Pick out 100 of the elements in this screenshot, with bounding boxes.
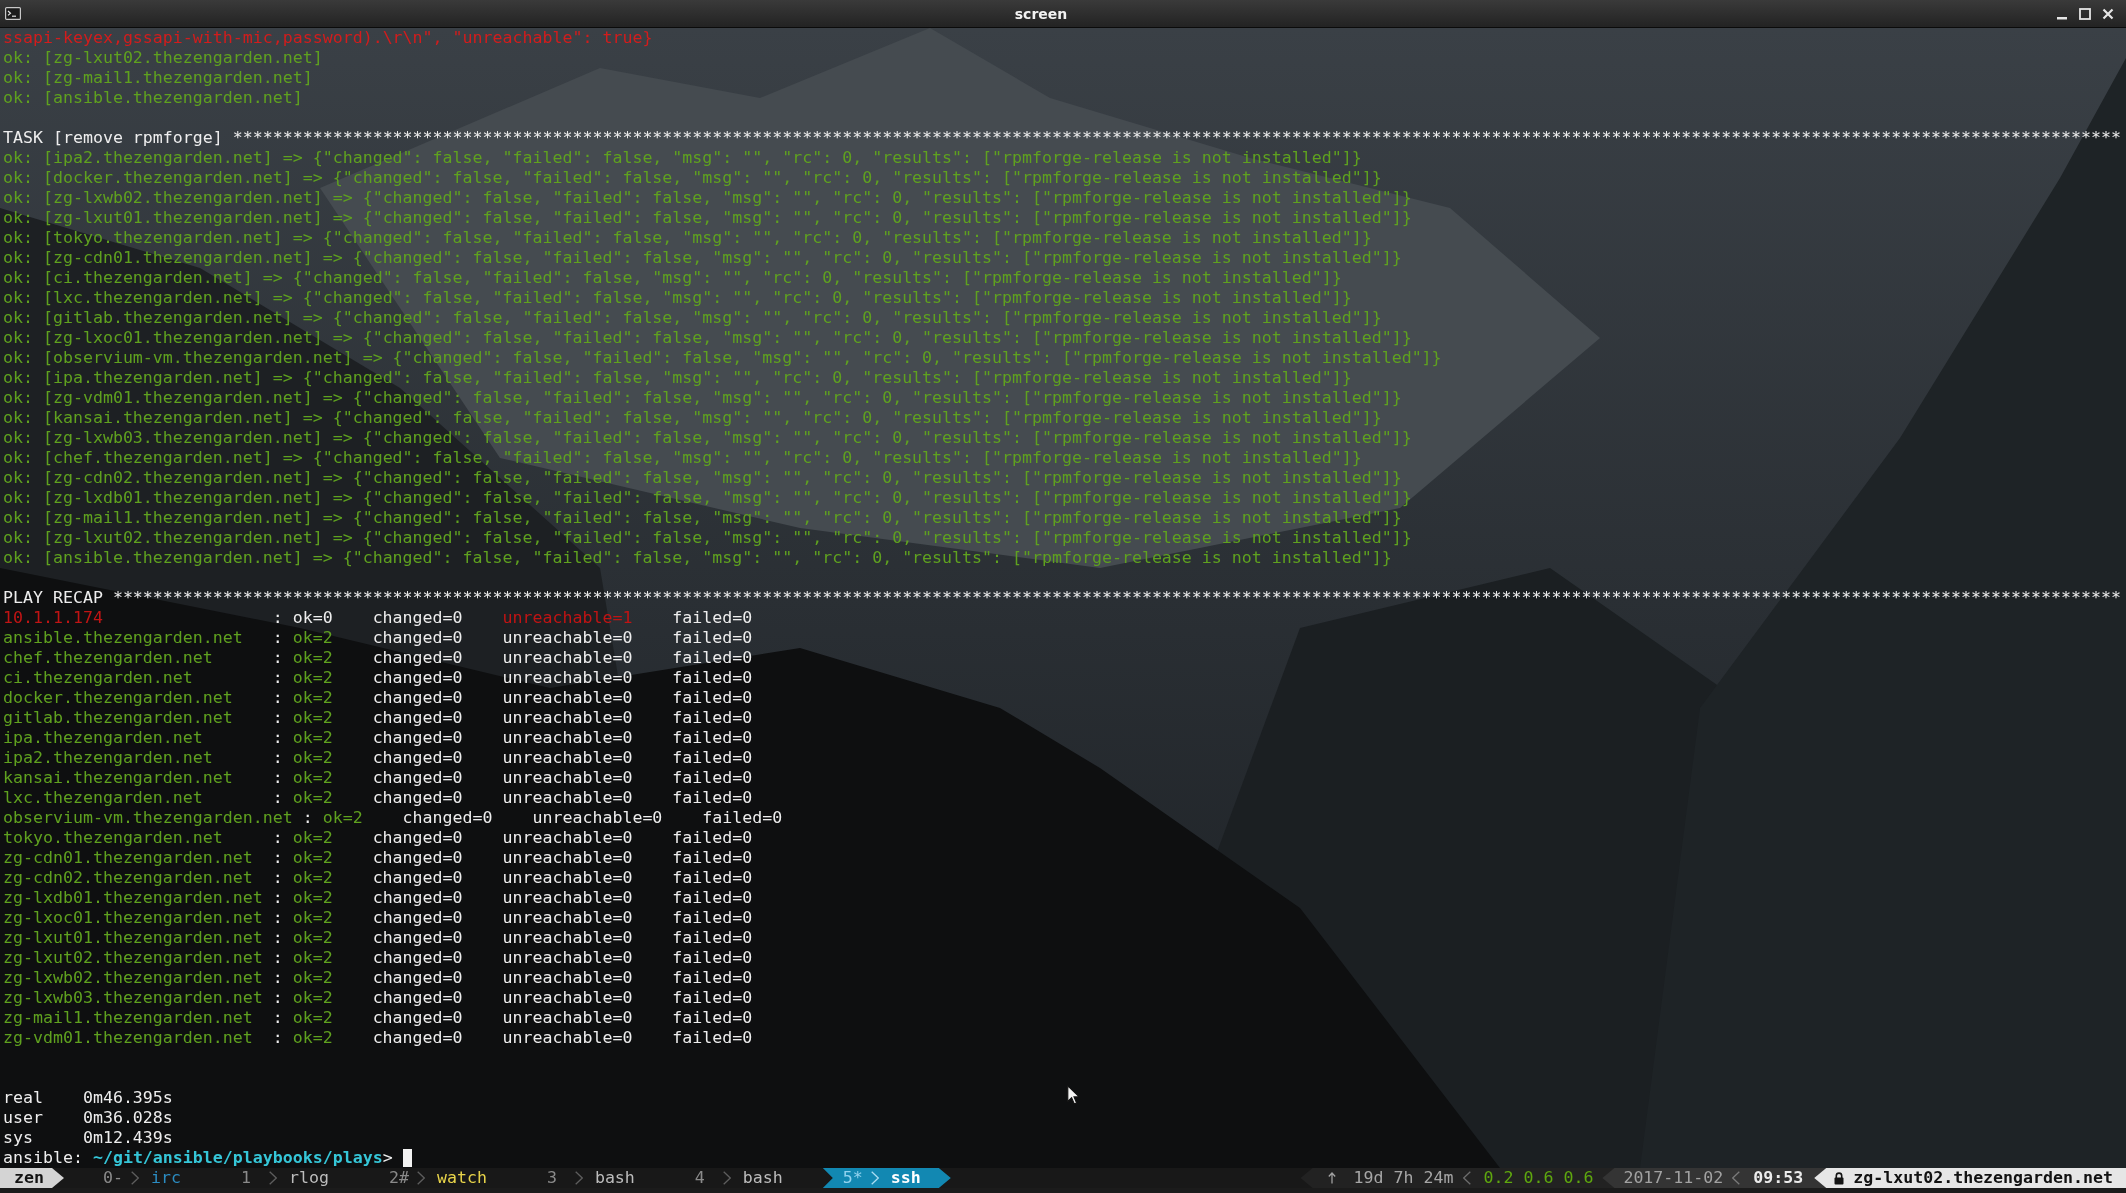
- task-result-line: ok: [ipa.thezengarden.net] => {"changed": false, "failed": false, "msg": "", "rc": 0, "results": ["rpmforge-release is not installed"]}: [3, 368, 1352, 388]
- task-result-line: ok: [zg-cdn02.thezengarden.net] => {"changed": false, "failed": false, "msg": "", "rc": 0, "results": ["rpmforge-release is not installed"]}: [3, 468, 1402, 488]
- recap-unreachable-count: unreachable=0: [502, 868, 633, 888]
- recap-changed-count: changed=0: [372, 628, 463, 648]
- recap-unreachable-count: unreachable=0: [502, 848, 633, 868]
- recap-ok-count: ok=2: [322, 808, 363, 828]
- recap-host: tokyo.thezengarden.net: [3, 828, 223, 847]
- task-result-line: ok: [zg-lxut01.thezengarden.net] => {"changed": false, "failed": false, "msg": "", "rc": 0, "results": ["rpmforge-release is not installed"]}: [3, 208, 1412, 228]
- recap-separator: :: [272, 988, 283, 1008]
- task-result-line: ok: [zg-mail1.thezengarden.net] => {"changed": false, "failed": false, "msg": "", "rc": 0, "results": ["rpmforge-release is not installed"]}: [3, 508, 1402, 528]
- timing-value: 0m46.395s: [82, 1088, 173, 1108]
- task-result-line: ok: [zg-vdm01.thezengarden.net] => {"changed": false, "failed": false, "msg": "", "rc": 0, "results": ["rpmforge-release is not installed"]}: [3, 388, 1402, 408]
- timing-value: 0m36.028s: [82, 1108, 173, 1128]
- recap-separator: :: [272, 928, 283, 948]
- clock-time: 09:53: [1753, 1168, 1804, 1188]
- maximize-icon[interactable]: [2079, 7, 2091, 20]
- terminal-icon: [5, 7, 21, 20]
- task-result-line: ok: [zg-lxdb01.thezengarden.net] => {"changed": false, "failed": false, "msg": "", "rc": 0, "results": ["rpmforge-release is not installed"]}: [3, 488, 1412, 508]
- recap-failed-count: failed=0: [672, 728, 753, 748]
- recap-host: zg-cdn02.thezengarden.net: [3, 868, 253, 887]
- recap-unreachable-count: unreachable=0: [502, 688, 633, 708]
- recap-failed-count: failed=0: [672, 988, 753, 1008]
- task-heading: TASK [remove rpmforge] *********************************************************************************************************************************************************************************************: [3, 128, 2121, 148]
- recap-unreachable-count: unreachable=1: [502, 608, 633, 628]
- recap-failed-count: failed=0: [672, 708, 753, 728]
- recap-failed-count: failed=0: [672, 928, 753, 948]
- task-result-line: ok: [zg-lxoc01.thezengarden.net] => {"changed": false, "failed": false, "msg": "", "rc": 0, "results": ["rpmforge-release is not installed"]}: [3, 328, 1412, 348]
- recap-separator: :: [272, 628, 283, 648]
- recap-changed-count: changed=0: [372, 988, 463, 1008]
- task-result-line: ok: [docker.thezengarden.net] => {"changed": false, "failed": false, "msg": "", "rc": 0, "results": ["rpmforge-release is not installed"]}: [3, 168, 1382, 188]
- recap-host: zg-lxoc01.thezengarden.net: [3, 908, 263, 927]
- up-arrow-icon: [1327, 1172, 1336, 1184]
- recap-unreachable-count: unreachable=0: [502, 648, 633, 668]
- chevron-icon: [416, 1171, 425, 1185]
- recap-ok-count: ok=2: [292, 768, 333, 788]
- recap-host: observium-vm.thezengarden.net: [3, 808, 293, 827]
- date-text: 2017-11-02: [1623, 1168, 1724, 1188]
- window-tab[interactable]: 0- irc: [73, 1168, 211, 1188]
- task-result-line: ok: [gitlab.thezengarden.net] => {"changed": false, "failed": false, "msg": "", "rc": 0, "results": ["rpmforge-release is not installed"]}: [3, 308, 1382, 328]
- recap-ok-count: ok=2: [292, 928, 333, 948]
- recap-failed-count: failed=0: [672, 608, 753, 628]
- recap-ok-count: ok=2: [292, 748, 333, 768]
- window-tab[interactable]: 3 bash: [516, 1168, 665, 1188]
- recap-separator: :: [272, 868, 283, 888]
- recap-unreachable-count: unreachable=0: [502, 728, 633, 748]
- recap-failed-count: failed=0: [672, 1028, 753, 1048]
- recap-host: zg-lxwb03.thezengarden.net: [3, 988, 263, 1007]
- close-icon[interactable]: [2102, 7, 2114, 20]
- recap-host: zg-lxdb01.thezengarden.net: [3, 888, 263, 907]
- recap-changed-count: changed=0: [372, 708, 463, 728]
- recap-separator: :: [272, 888, 283, 908]
- recap-separator: :: [272, 848, 283, 868]
- recap-changed-count: changed=0: [372, 608, 463, 628]
- recap-separator: :: [272, 768, 283, 788]
- recap-separator: :: [272, 968, 283, 988]
- prompt-symbol: >: [382, 1148, 393, 1168]
- recap-changed-count: changed=0: [372, 1028, 463, 1048]
- recap-changed-count: changed=0: [372, 728, 463, 748]
- window-tab[interactable]: 5* ssh: [822, 1168, 951, 1188]
- recap-unreachable-count: unreachable=0: [502, 748, 633, 768]
- recap-failed-count: failed=0: [672, 668, 753, 688]
- recap-ok-count: ok=2: [292, 948, 333, 968]
- task-result-line: ok: [ipa2.thezengarden.net] => {"changed": false, "failed": false, "msg": "", "rc": 0, "results": ["rpmforge-release is not installed"]}: [3, 148, 1362, 168]
- recap-unreachable-count: unreachable=0: [502, 948, 633, 968]
- window-tab[interactable]: 1 rlog: [210, 1168, 359, 1188]
- recap-ok-count: ok=0: [292, 608, 333, 628]
- recap-separator: :: [272, 1008, 283, 1028]
- prompt-path: ~/git/ansible/playbooks/plays: [92, 1148, 383, 1168]
- recap-ok-count: ok=2: [292, 668, 333, 688]
- recap-changed-count: changed=0: [372, 928, 463, 948]
- output-line: ok: [ansible.thezengarden.net]: [3, 88, 303, 108]
- recap-ok-count: ok=2: [292, 908, 333, 928]
- window-tab[interactable]: 4 bash: [664, 1168, 813, 1188]
- recap-changed-count: changed=0: [372, 648, 463, 668]
- recap-changed-count: changed=0: [372, 888, 463, 908]
- recap-unreachable-count: unreachable=0: [502, 908, 633, 928]
- chevron-icon: [1463, 1171, 1472, 1185]
- recap-host: kansai.thezengarden.net: [3, 768, 233, 787]
- recap-failed-count: failed=0: [672, 848, 753, 868]
- recap-unreachable-count: unreachable=0: [502, 1008, 633, 1028]
- recap-host: ipa2.thezengarden.net: [3, 748, 213, 767]
- recap-separator: :: [272, 708, 283, 728]
- chevron-icon: [722, 1171, 731, 1185]
- recap-failed-count: failed=0: [702, 808, 783, 828]
- recap-changed-count: changed=0: [372, 668, 463, 688]
- recap-changed-count: changed=0: [372, 848, 463, 868]
- recap-unreachable-count: unreachable=0: [502, 888, 633, 908]
- recap-unreachable-count: unreachable=0: [502, 668, 633, 688]
- recap-separator: :: [272, 908, 283, 928]
- recap-separator: :: [272, 648, 283, 668]
- window-tab[interactable]: 2# watch: [358, 1168, 517, 1188]
- recap-changed-count: changed=0: [372, 1008, 463, 1028]
- hostname-label: zg-lxut02.thezengarden.net: [1853, 1168, 2113, 1188]
- recap-separator: :: [272, 608, 283, 628]
- recap-host: zg-mail1.thezengarden.net: [3, 1008, 253, 1027]
- chevron-icon: [574, 1171, 583, 1185]
- recap-failed-count: failed=0: [672, 648, 753, 668]
- recap-separator: :: [272, 1028, 283, 1048]
- mouse-pointer-icon: [1067, 1085, 1080, 1105]
- recap-changed-count: changed=0: [372, 968, 463, 988]
